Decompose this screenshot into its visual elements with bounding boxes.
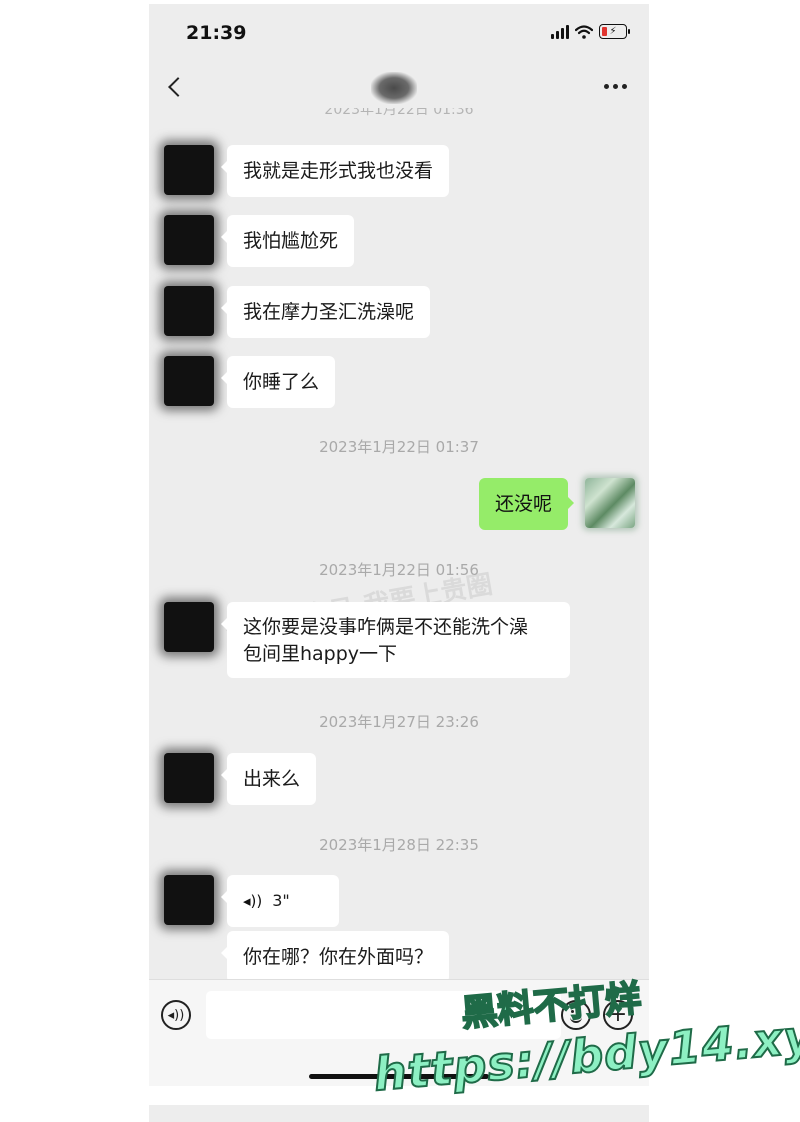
contact-avatar[interactable] [164, 602, 214, 652]
voice-duration: 3" [272, 891, 290, 910]
voice-wave-icon: ◂)) [243, 892, 263, 910]
contact-avatar[interactable] [164, 356, 214, 406]
contact-avatar[interactable] [164, 753, 214, 803]
message-line: 包间里happy一下 [243, 643, 398, 665]
contact-avatar[interactable] [164, 145, 214, 195]
voice-input-icon[interactable]: ◂)) [161, 1000, 191, 1030]
message-bubble[interactable]: 这你要是没事咋俩是不还能洗个澡 包间里happy一下 [221, 602, 570, 678]
message-bubble[interactable]: 我怕尴尬死 [220, 215, 355, 267]
timestamp: 2023年1月27日 23:26 [319, 713, 479, 731]
my-message-bubble[interactable]: 还没呢 [479, 478, 575, 530]
message-list[interactable]: 2023年1月22日 01:36 微信公众号·我要上贵圈 我就是走形式我也没看 … [149, 4, 649, 983]
next-screenshot-edge [149, 1105, 649, 1122]
watermark-overlay: 黑料不打烊 https://bdy14.xyz [371, 975, 800, 1105]
message-bubble[interactable]: 我就是走形式我也没看 [220, 145, 450, 197]
contact-avatar[interactable] [164, 875, 214, 925]
message-bubble[interactable]: 我在摩力圣汇洗澡呢 [220, 286, 431, 338]
message-line: 这你要是没事咋俩是不还能洗个澡 [243, 616, 529, 638]
contact-avatar[interactable] [164, 215, 214, 265]
voice-message-bubble[interactable]: ◂)) 3" [221, 875, 339, 927]
message-bubble[interactable]: 你睡了么 [220, 356, 336, 408]
contact-avatar[interactable] [164, 286, 214, 336]
timestamp: 2023年1月22日 01:56 [319, 561, 479, 579]
chat-screen: 21:39 ⚡ 2023年1月22日 01:36 微信公众号·我要上贵圈 我就是… [149, 4, 649, 1086]
timestamp: 2023年1月28日 22:35 [319, 836, 479, 854]
my-avatar[interactable] [585, 478, 635, 528]
timestamp: 2023年1月22日 01:37 [319, 438, 479, 456]
timestamp-cut-off: 2023年1月22日 01:36 [324, 108, 474, 118]
message-bubble[interactable]: 出来么 [220, 753, 317, 805]
